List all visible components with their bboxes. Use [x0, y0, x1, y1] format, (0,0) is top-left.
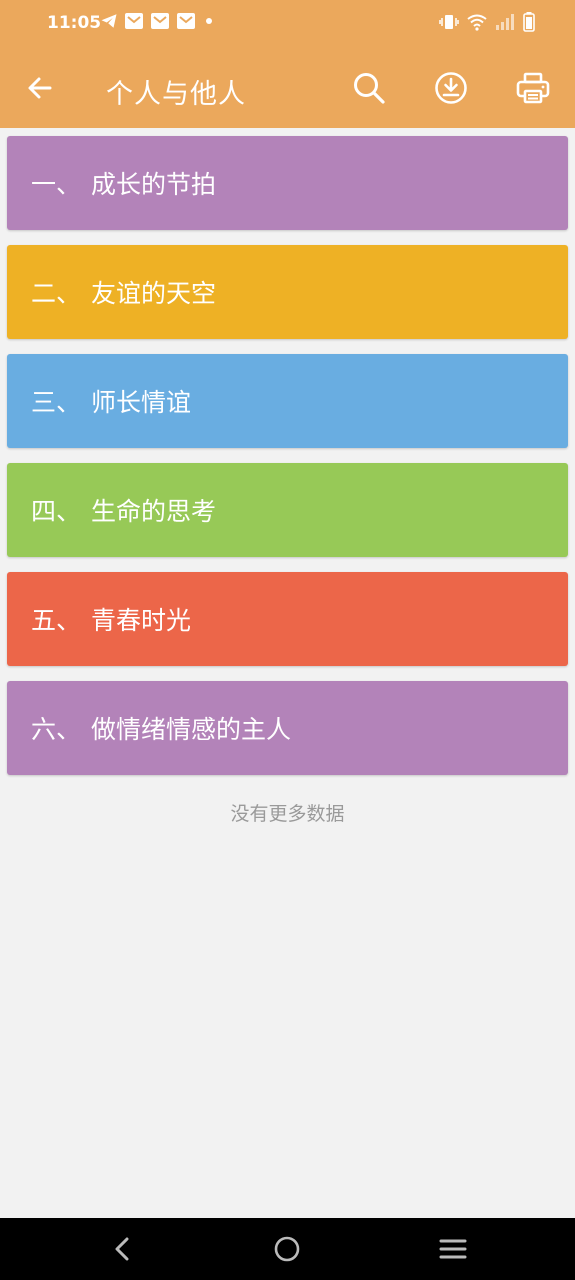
list-item[interactable]: 五、 青春时光	[7, 572, 568, 666]
print-icon	[516, 72, 550, 104]
item-number: 六、	[31, 715, 82, 744]
nav-menu-button[interactable]	[433, 1231, 473, 1267]
download-button[interactable]	[431, 68, 471, 108]
back-icon	[115, 1237, 129, 1261]
mail-icon	[177, 13, 195, 29]
item-number: 五、	[31, 606, 82, 635]
mail-icon	[125, 13, 143, 29]
back-button[interactable]	[20, 68, 60, 108]
item-number: 一、	[31, 170, 82, 199]
no-more-data-text: 没有更多数据	[230, 803, 345, 825]
search-button[interactable]	[349, 68, 389, 108]
item-label: 成长的节拍	[91, 170, 217, 199]
dot-icon	[206, 18, 212, 24]
status-icons-left	[100, 12, 216, 30]
item-label: 做情绪情感的主人	[91, 715, 292, 744]
list-item[interactable]: 二、 友谊的天空	[7, 245, 568, 339]
status-bar: 11:05	[0, 0, 575, 48]
signal-icon	[496, 14, 514, 30]
arrow-left-icon	[28, 77, 52, 99]
vibrate-icon	[439, 15, 459, 29]
item-number: 二、	[31, 279, 82, 308]
list-item[interactable]: 六、 做情绪情感的主人	[7, 681, 568, 775]
app-bar: 11:05 个人与他人	[0, 0, 575, 128]
menu-icon	[439, 1239, 467, 1259]
telegram-icon	[101, 14, 117, 28]
item-number: 四、	[31, 497, 82, 526]
nav-back-button[interactable]	[102, 1231, 142, 1267]
page-title: 个人与他人	[106, 79, 246, 110]
battery-icon	[523, 12, 535, 32]
home-icon	[274, 1236, 300, 1262]
item-label: 青春时光	[91, 606, 192, 635]
item-label: 友谊的天空	[91, 279, 217, 308]
mail-icon	[151, 13, 169, 29]
item-label: 生命的思考	[91, 497, 217, 526]
search-icon	[354, 73, 385, 104]
toolbar: 个人与他人	[0, 48, 575, 128]
list-item[interactable]: 三、 师长情谊	[7, 354, 568, 448]
item-label: 师长情谊	[91, 388, 192, 417]
status-time: 11:05	[47, 13, 102, 33]
chapter-list: 一、 成长的节拍 二、 友谊的天空 三、 师长情谊 四、 生命的思考 五、 青春…	[7, 136, 568, 790]
nav-home-button[interactable]	[267, 1231, 307, 1267]
wifi-icon	[467, 14, 487, 31]
item-number: 三、	[31, 388, 82, 417]
list-item[interactable]: 四、 生命的思考	[7, 463, 568, 557]
status-icons-right	[439, 12, 535, 32]
navigation-bar	[0, 1218, 575, 1280]
list-item[interactable]: 一、 成长的节拍	[7, 136, 568, 230]
print-button[interactable]	[513, 68, 553, 108]
download-icon	[435, 72, 467, 104]
